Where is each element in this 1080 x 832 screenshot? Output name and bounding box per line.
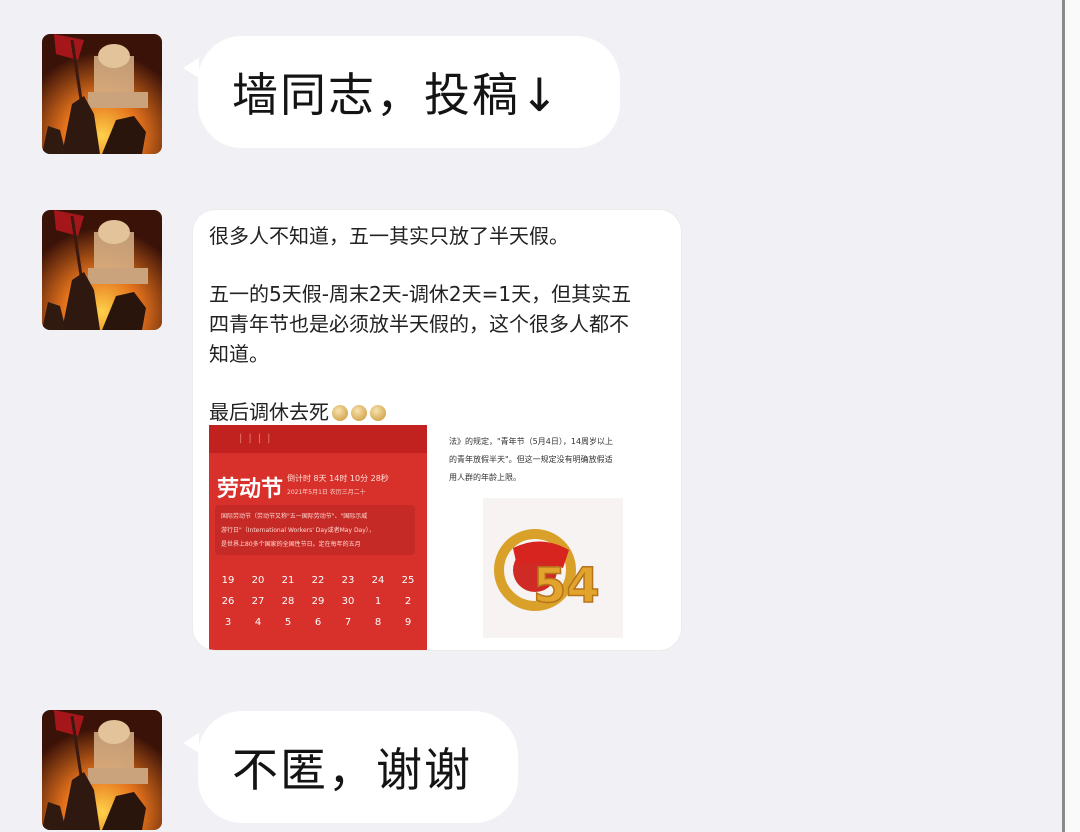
scrollbar[interactable] xyxy=(1062,0,1080,832)
youth-league-emblem: 54 xyxy=(483,498,623,638)
youth-league-emblem-icon: 54 xyxy=(494,529,601,615)
calendar-note-line: 是世界上80多个国家的全国性节日。定在每年的五月 xyxy=(221,541,361,548)
calendar-day: 8 xyxy=(374,617,382,628)
calendar-day: 25 xyxy=(401,575,415,586)
calendar-day: 30 xyxy=(341,596,355,607)
emblem-number: 54 xyxy=(533,558,600,614)
calendar-day: 1 xyxy=(374,596,382,607)
calendar-day: 27 xyxy=(251,596,265,607)
calendar-day: 19 xyxy=(221,575,235,586)
burning-building-flag-avatar-icon xyxy=(42,210,162,330)
message-text: 不匿，谢谢 xyxy=(232,743,472,797)
calendar-countdown: 倒计时 8天 14时 10分 28秒 xyxy=(287,474,389,483)
calendar-day: 21 xyxy=(281,575,295,586)
calendar-days: 19 20 21 22 23 24 25 26 27 28 29 30 1 2 … xyxy=(213,575,427,628)
calendar-day: 20 xyxy=(251,575,265,586)
calendar-day: 7 xyxy=(344,617,352,628)
calendar-day: 23 xyxy=(341,575,355,586)
calendar-day: 22 xyxy=(311,575,325,586)
calendar-day: 6 xyxy=(314,617,322,628)
post-line: 五一的5天假-周末2天-调休2天=1天，但其实五 xyxy=(209,282,632,306)
fist-emoji-icon xyxy=(332,405,348,421)
calendar-day: 26 xyxy=(221,596,235,607)
fist-emoji-icon xyxy=(351,405,367,421)
calendar-day: 5 xyxy=(284,617,292,628)
calendar-day: 28 xyxy=(281,596,295,607)
calendar-date: 2021年5月1日 农历三月二十 xyxy=(287,489,366,496)
post-line: 最后调休去死 xyxy=(209,396,386,425)
message-text: 墙同志，投稿↓ xyxy=(232,68,561,122)
sender-avatar[interactable] xyxy=(42,710,162,830)
post-line: 四青年节也是必须放半天假的，这个很多人都不 xyxy=(209,312,629,336)
calendar-note-line: 国际劳动节（劳动节又称"五一国际劳动节"、"国际示威 xyxy=(221,513,368,520)
calendar-day: 4 xyxy=(254,617,262,628)
article-text: 的青年放假半天"。但这一规定没有明确放假适 xyxy=(449,455,613,464)
post-line-text: 最后调休去死 xyxy=(209,400,329,424)
calendar-title: 劳动节 xyxy=(217,477,284,502)
sender-avatar[interactable] xyxy=(42,34,162,154)
burning-building-flag-avatar-icon xyxy=(42,710,162,830)
post-line: 知道。 xyxy=(209,342,269,366)
bubble-tail xyxy=(183,58,199,78)
message-bubble[interactable]: 墙同志，投稿↓ xyxy=(198,36,620,148)
calendar-day: 29 xyxy=(311,596,325,607)
bubble-tail xyxy=(183,733,199,753)
burning-building-flag-avatar-icon xyxy=(42,34,162,154)
calendar-note: 国际劳动节（劳动节又称"五一国际劳动节"、"国际示威 游行日"（Internat… xyxy=(215,505,415,555)
calendar-day: 2 xyxy=(404,596,412,607)
sender-avatar[interactable] xyxy=(42,210,162,330)
calendar-day: 9 xyxy=(404,617,412,628)
calendar-day: 24 xyxy=(371,575,385,586)
post-line: 很多人不知道，五一其实只放了半天假。 xyxy=(209,224,569,248)
message-bubble[interactable]: 不匿，谢谢 xyxy=(198,711,518,823)
calendar-screenshot: |||| 劳动节 倒计时 8天 14时 10分 28秒 2021年5月1日 农历… xyxy=(209,425,427,650)
article-text: 法》的规定，"青年节（5月4日），14周岁以上 xyxy=(449,437,614,446)
fist-emoji-icon xyxy=(370,405,386,421)
calendar-note-line: 游行日"（International Workers' Day或者May Day… xyxy=(221,527,375,534)
article-text: 用人群的年龄上限。 xyxy=(449,473,521,482)
calendar-day: 3 xyxy=(224,617,232,628)
image-message[interactable]: 很多人不知道，五一其实只放了半天假。 五一的5天假-周末2天-调休2天=1天，但… xyxy=(193,210,681,650)
